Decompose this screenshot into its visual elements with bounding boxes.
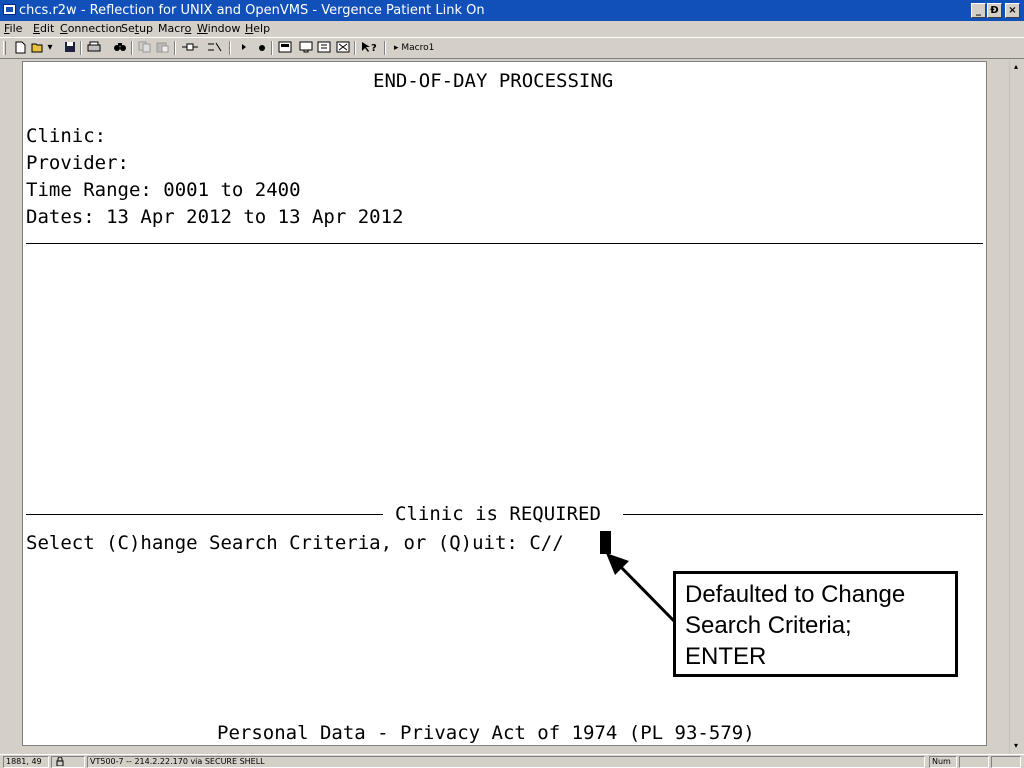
title-bar: chcs.r2w - Reflection for UNIX and OpenV… (0, 0, 1024, 21)
vertical-scrollbar[interactable]: ▴ ▾ (1009, 61, 1022, 754)
close-button[interactable]: × (1005, 3, 1020, 18)
time-range-field: Time Range: 0001 to 2400 (26, 179, 301, 201)
toolbar-grip[interactable] (3, 41, 6, 55)
provider-field: Provider: (26, 152, 129, 174)
num-lock-indicator: Num (929, 756, 957, 768)
scroll-up-icon[interactable]: ▴ (1010, 61, 1022, 73)
minimize-button[interactable]: _ (971, 3, 986, 18)
status-panel-empty (991, 756, 1021, 768)
toolbar-separator (229, 41, 231, 55)
menu-connection-accel: C (60, 22, 68, 35)
menu-window-suffix: indow (207, 22, 241, 35)
save-icon[interactable] (62, 41, 77, 55)
divider (623, 514, 983, 515)
paste-icon[interactable] (155, 41, 170, 55)
menu-macro-prefix: Macr (158, 22, 185, 35)
menu-connection[interactable]: Connection (60, 22, 122, 35)
cursor-position: 1881, 49 (3, 756, 49, 768)
status-panel-empty (959, 756, 989, 768)
toolbar-separator (354, 41, 356, 55)
menu-connection-suffix: onnection (67, 22, 123, 35)
print-icon[interactable] (86, 41, 101, 55)
command-prompt: Select (C)hange Search Criteria, or (Q)u… (26, 532, 564, 554)
copy-icon[interactable] (137, 41, 152, 55)
chevron-down-icon[interactable]: ▾ (46, 41, 54, 55)
clinic-field: Clinic: (26, 125, 107, 147)
menu-file[interactable]: File (4, 22, 22, 35)
privacy-footer: Personal Data - Privacy Act of 1974 (PL … (217, 722, 755, 744)
status-message: Clinic is REQUIRED (395, 503, 601, 525)
menu-setup-prefix: Se (121, 22, 135, 35)
toolbar-separator (271, 41, 273, 55)
screen-heading: END-OF-DAY PROCESSING (373, 70, 614, 92)
macro4-icon[interactable] (335, 41, 350, 55)
menu-help[interactable]: Help (245, 22, 270, 35)
help-icon[interactable]: ? (361, 41, 379, 55)
record-icon[interactable] (254, 41, 269, 55)
divider (26, 243, 983, 244)
toolbar: ▾ ? ▸ Macro1 (0, 37, 1024, 59)
app-icon[interactable] (3, 4, 16, 15)
macro3-icon[interactable] (316, 41, 331, 55)
menu-bar: File Edit Connection Setup Macro Window … (0, 21, 1024, 37)
connection-info: VT500-7 -- 214.2.22.170 via SECURE SHELL (87, 756, 925, 768)
menu-macro[interactable]: Macro (158, 22, 191, 35)
lock-icon (51, 756, 85, 768)
menu-setup[interactable]: Setup (121, 22, 153, 35)
macro-label: Macro1 (401, 43, 435, 53)
menu-edit[interactable]: Edit (33, 22, 54, 35)
toolbar-separator (174, 41, 176, 55)
callout-line: Search Criteria; (685, 612, 852, 639)
menu-window-accel: W (197, 22, 208, 35)
menu-edit-accel: E (33, 22, 40, 35)
divider (26, 514, 383, 515)
play-icon[interactable] (236, 41, 251, 55)
connect-icon[interactable] (181, 41, 199, 55)
menu-setup-suffix: up (139, 22, 154, 35)
dates-field: Dates: 13 Apr 2012 to 13 Apr 2012 (26, 206, 404, 228)
disconnect-icon[interactable] (206, 41, 224, 55)
menu-macro-accel: o (184, 22, 192, 35)
menu-edit-suffix: dit (39, 22, 55, 35)
macro2-icon[interactable] (298, 41, 313, 55)
callout-box: Defaulted to Change Search Criteria; ENT… (673, 571, 958, 677)
toolbar-separator (80, 41, 82, 55)
find-icon[interactable] (112, 41, 127, 55)
svg-text:?: ? (371, 43, 377, 53)
new-icon[interactable] (13, 41, 28, 55)
window-controls: _ Ɖ × (971, 3, 1020, 18)
macro-run-button[interactable]: ▸ Macro1 (394, 42, 434, 54)
menu-file-suffix: ile (9, 22, 23, 35)
callout-line: ENTER (685, 643, 767, 670)
callout-line: Defaulted to Change (685, 581, 906, 608)
toolbar-separator (384, 41, 386, 55)
open-icon[interactable] (31, 41, 46, 55)
scroll-down-icon[interactable]: ▾ (1010, 740, 1022, 752)
macro1-icon[interactable] (277, 41, 292, 55)
menu-help-suffix: elp (253, 22, 271, 35)
window-title: chcs.r2w - Reflection for UNIX and OpenV… (19, 3, 485, 18)
menu-window[interactable]: Window (197, 22, 240, 35)
restore-button[interactable]: Ɖ (987, 3, 1002, 18)
status-bar: 1881, 49 VT500-7 -- 214.2.22.170 via SEC… (0, 754, 1024, 768)
text-cursor[interactable] (600, 531, 611, 554)
toolbar-separator (131, 41, 133, 55)
